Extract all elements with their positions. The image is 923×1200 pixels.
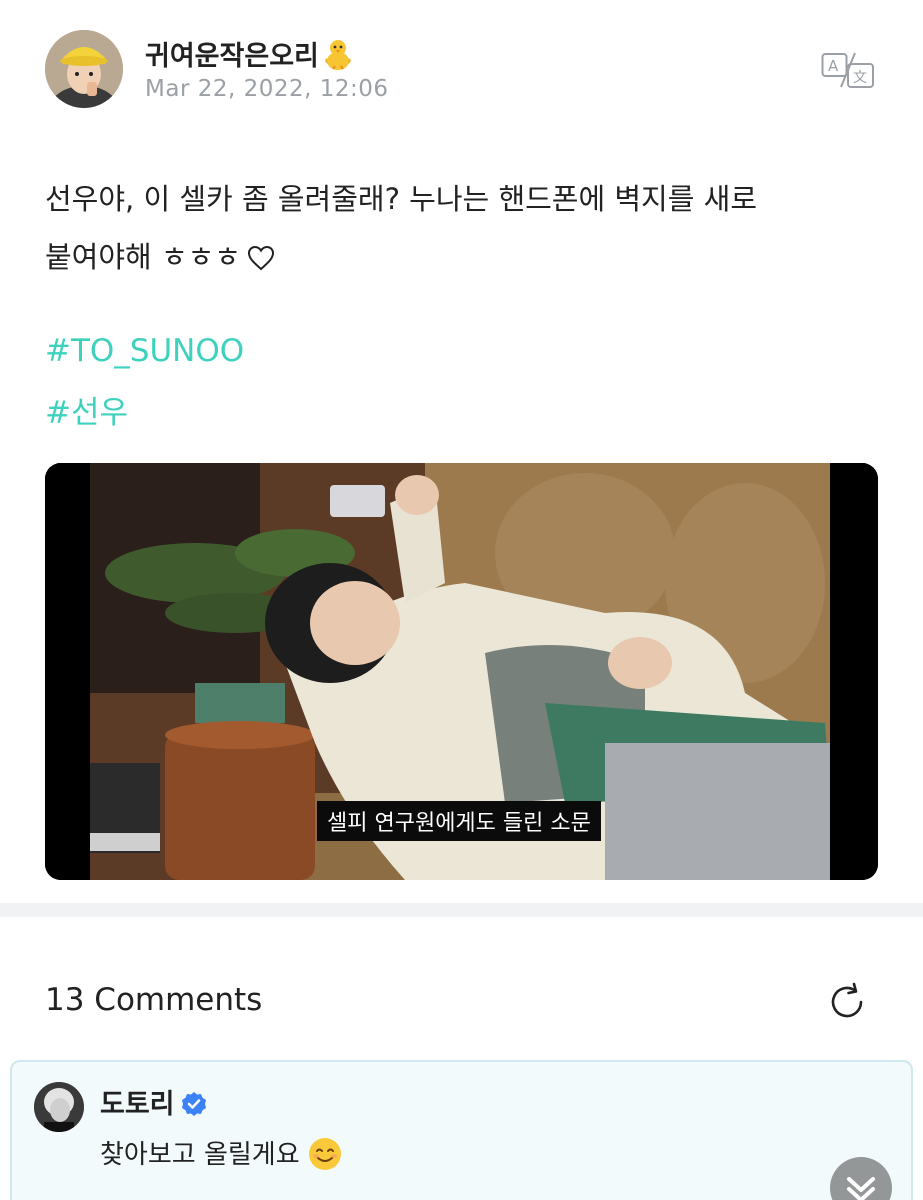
baby-chick-icon bbox=[321, 37, 355, 71]
chevron-double-down-icon bbox=[847, 1177, 875, 1200]
comment-text-content: 찾아보고 올릴게요 bbox=[100, 1140, 300, 1170]
post-body-line-1: 선우야, 이 셀카 좀 올려줄래? 누나는 핸드폰에 벽지를 새로 bbox=[45, 182, 757, 216]
scroll-down-button[interactable] bbox=[830, 1157, 892, 1200]
refresh-icon[interactable] bbox=[825, 980, 869, 1024]
hashtag-to-sunoo[interactable]: #TO_SUNOO bbox=[45, 333, 244, 369]
post-body-line-2-text: 붙여야해 ㅎㅎㅎ bbox=[45, 240, 241, 274]
post-timestamp: Mar 22, 2022, 12:06 bbox=[145, 76, 389, 102]
commenter-avatar-image bbox=[34, 1082, 84, 1132]
media-subtitle: 셀피 연구원에게도 들린 소문 bbox=[317, 801, 601, 841]
post-body: 선우야, 이 셀카 좀 올려줄래? 누나는 핸드폰에 벽지를 새로 붙여야해 ㅎ… bbox=[45, 170, 885, 286]
svg-text:A: A bbox=[828, 57, 839, 75]
author-avatar[interactable] bbox=[45, 30, 123, 108]
post-media-image[interactable]: 셀피 연구원에게도 들린 소문 bbox=[45, 463, 878, 880]
avatar-image bbox=[45, 30, 123, 108]
translate-icon[interactable]: A 文 bbox=[821, 50, 875, 90]
comment-text: 찾아보고 올릴게요 bbox=[100, 1134, 342, 1171]
post-header: 귀여운작은오리 Mar 22, 2022, 12:06 A 文 bbox=[45, 30, 885, 112]
comment-item[interactable]: 도토리 찾아보고 올릴게요 bbox=[10, 1060, 913, 1200]
section-divider bbox=[0, 903, 923, 917]
smiling-face-icon bbox=[308, 1137, 342, 1171]
post-body-line-2: 붙여야해 ㅎㅎㅎ bbox=[45, 228, 885, 286]
author-name[interactable]: 귀여운작은오리 bbox=[145, 34, 355, 73]
commenter-name[interactable]: 도토리 bbox=[100, 1082, 207, 1121]
hashtag-sunoo[interactable]: #선우 bbox=[45, 387, 128, 432]
svg-text:文: 文 bbox=[853, 70, 867, 86]
verified-badge-icon bbox=[181, 1091, 207, 1117]
commenter-name-text: 도토리 bbox=[100, 1089, 175, 1120]
comments-count-title: 13 Comments bbox=[45, 982, 263, 1018]
author-name-text: 귀여운작은오리 bbox=[145, 41, 319, 72]
heart-outline-icon bbox=[247, 232, 275, 271]
commenter-avatar[interactable] bbox=[34, 1082, 84, 1132]
